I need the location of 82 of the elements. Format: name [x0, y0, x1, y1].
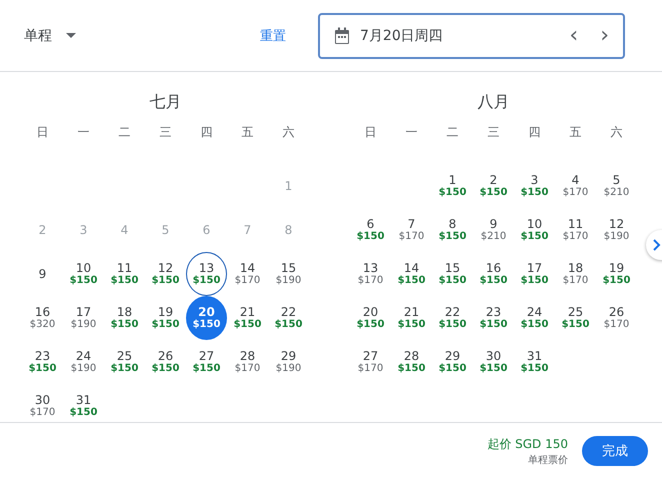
calendar-day[interactable]: 13 $150 — [186, 252, 227, 296]
trip-type-dropdown[interactable]: 单程 — [24, 26, 76, 44]
next-date-button[interactable]: › — [594, 24, 615, 46]
calendar-day[interactable]: 28 $150 — [391, 340, 432, 384]
calendar-day[interactable]: 9 — [22, 252, 63, 296]
calendar-day[interactable]: 23 $150 — [473, 296, 514, 340]
weekday-label: 二 — [118, 124, 132, 141]
calendar-day[interactable]: 31 $150 — [63, 384, 104, 428]
weekday-label: 二 — [446, 124, 460, 141]
calendar-day[interactable]: 27 $150 — [186, 340, 227, 384]
calendar-day[interactable]: 19 $150 — [145, 296, 186, 340]
calendar-day[interactable]: 12 $190 — [596, 208, 637, 252]
calendar-day[interactable]: 24 $150 — [514, 296, 555, 340]
calendar-day[interactable]: 6 $150 — [350, 208, 391, 252]
price-note: 单程票价 — [528, 454, 568, 466]
calendar-day[interactable]: 26 $170 — [596, 296, 637, 340]
chevron-right-icon — [653, 239, 661, 251]
weekday-label: 四 — [200, 124, 214, 141]
calendar-day[interactable]: 3 $150 — [514, 164, 555, 208]
calendar-day[interactable]: 28 $170 — [227, 340, 268, 384]
calendar-day[interactable]: 16 $320 — [22, 296, 63, 340]
weekday-label: 日 — [364, 124, 378, 141]
previous-date-button[interactable]: ‹ — [563, 24, 584, 46]
calendar-day[interactable]: 17 $190 — [63, 296, 104, 340]
calendar-day[interactable]: 8 $150 — [432, 208, 473, 252]
reset-link[interactable]: 重置 — [260, 26, 308, 44]
calendar-day[interactable]: 22 $150 — [432, 296, 473, 340]
calendar-day[interactable]: 21 $150 — [227, 296, 268, 340]
lowest-price: 起价 SGD 150 — [487, 436, 568, 452]
calendar-day[interactable]: 25 $150 — [104, 340, 145, 384]
caret-icon — [66, 33, 76, 38]
weekday-label: 五 — [568, 124, 582, 141]
calendar-day[interactable]: 20 $150 — [186, 296, 227, 340]
date-field[interactable]: 7月20日周四 ‹ › — [318, 12, 625, 58]
calendar-day[interactable]: 24 $190 — [63, 340, 104, 384]
calendar-day[interactable]: 19 $150 — [596, 252, 637, 296]
calendar-day[interactable]: 14 $170 — [227, 252, 268, 296]
calendar-day[interactable]: 10 $150 — [514, 208, 555, 252]
calendar-day[interactable]: 17 $150 — [514, 252, 555, 296]
calendar-day[interactable]: 30 $150 — [473, 340, 514, 384]
weekday-label: 六 — [282, 124, 296, 141]
month-title: 八月 — [476, 92, 510, 113]
calendar-day[interactable]: 15 $190 — [268, 252, 309, 296]
calendar-day[interactable]: 27 $170 — [350, 340, 391, 384]
calendar-day[interactable]: 21 $150 — [391, 296, 432, 340]
calendar-icon — [334, 26, 350, 44]
weekday-label: 五 — [240, 124, 254, 141]
calendar-day[interactable]: 2 $150 — [473, 164, 514, 208]
calendar-day[interactable]: 30 $170 — [22, 384, 63, 428]
calendar-day[interactable]: 4 $170 — [555, 164, 596, 208]
calendar-day[interactable]: 18 $150 — [104, 296, 145, 340]
weekday-label: 一 — [404, 124, 418, 141]
calendar-day[interactable]: 13 $170 — [350, 252, 391, 296]
calendar-day[interactable]: 20 $150 — [350, 296, 391, 340]
weekday-label: 三 — [486, 124, 500, 141]
calendar-day[interactable]: 16 $150 — [473, 252, 514, 296]
weekday-label: 日 — [36, 124, 50, 141]
weekday-label: 三 — [158, 124, 172, 141]
calendar-day[interactable]: 14 $150 — [391, 252, 432, 296]
weekday-label: 一 — [76, 124, 90, 141]
date-value: 7月20日周四 — [360, 26, 444, 44]
calendar-day[interactable]: 25 $150 — [555, 296, 596, 340]
calendar-day[interactable]: 18 $170 — [555, 252, 596, 296]
calendar-day[interactable]: 11 $170 — [555, 208, 596, 252]
calendar-day[interactable]: 29 $190 — [268, 340, 309, 384]
weekday-label: 四 — [528, 124, 542, 141]
calendar-day[interactable]: 29 $150 — [432, 340, 473, 384]
calendar-day[interactable]: 7 $170 — [391, 208, 432, 252]
done-button[interactable]: 完成 — [582, 436, 648, 466]
calendar-day[interactable]: 22 $150 — [268, 296, 309, 340]
calendar-day[interactable]: 23 $150 — [22, 340, 63, 384]
calendar-day[interactable]: 26 $150 — [145, 340, 186, 384]
calendar-day[interactable]: 1 $150 — [432, 164, 473, 208]
calendar-day[interactable]: 31 $150 — [514, 340, 555, 384]
weekday-label: 六 — [610, 124, 624, 141]
calendar-day[interactable]: 15 $150 — [432, 252, 473, 296]
calendar-day[interactable]: 12 $150 — [145, 252, 186, 296]
calendar-day[interactable]: 11 $150 — [104, 252, 145, 296]
calendar-day[interactable]: 5 $210 — [596, 164, 637, 208]
calendar-day[interactable]: 9 $210 — [473, 208, 514, 252]
month-title: 七月 — [148, 92, 182, 113]
calendar-day[interactable]: 10 $150 — [63, 252, 104, 296]
